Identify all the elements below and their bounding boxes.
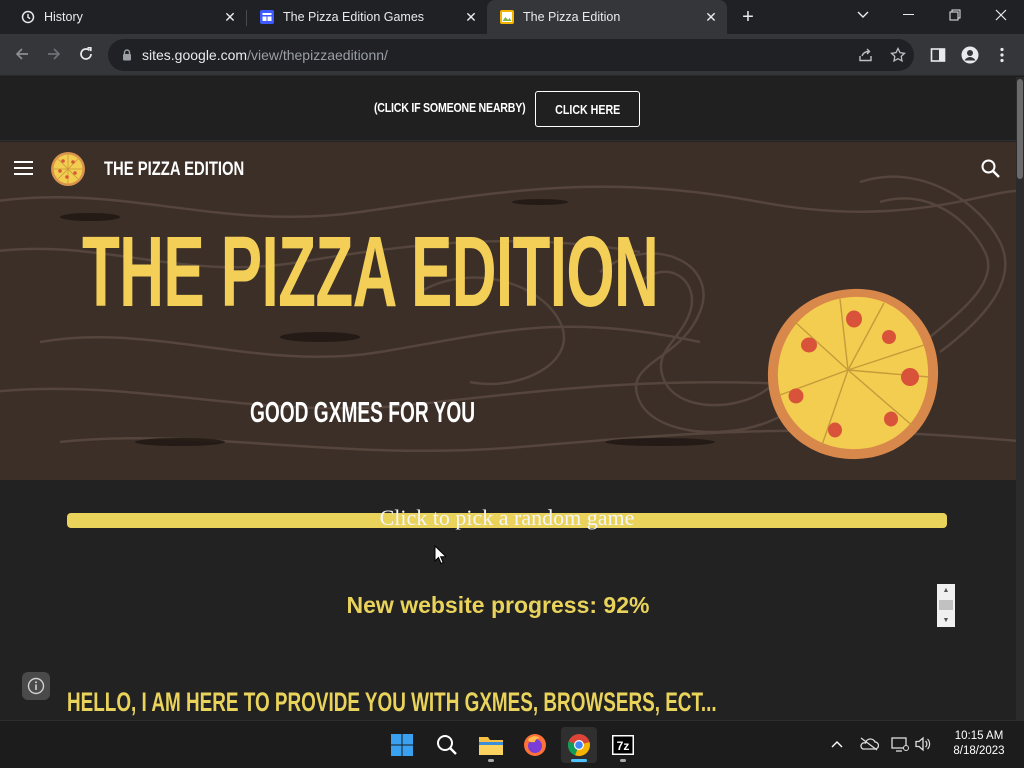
tab-search-chevron-icon[interactable] xyxy=(840,0,886,30)
close-icon[interactable]: ✕ xyxy=(461,7,481,27)
taskbar-clock[interactable]: 10:15 AM 8/18/2023 xyxy=(940,729,1018,759)
scroll-down-arrow-icon[interactable]: ▼ xyxy=(937,614,955,626)
tab-history[interactable]: History ✕ xyxy=(0,0,246,34)
svg-text:7z: 7z xyxy=(617,739,630,753)
clock-time: 10:15 AM xyxy=(954,730,1004,742)
site-favicon xyxy=(259,9,275,25)
announcement-banner: (Click if someone nearby) Click here xyxy=(0,77,1016,141)
url-host: sites.google.com xyxy=(142,47,248,63)
windows-taskbar: 7z 10:15 AM 8/18/2023 xyxy=(0,720,1024,768)
google-sites-favicon xyxy=(499,9,515,25)
site-nav-title[interactable]: The Pizza Edition xyxy=(104,159,244,181)
address-bar[interactable]: sites.google.com/view/thepizzaeditionn/ xyxy=(108,39,914,71)
hero-title: The Pizza Edition xyxy=(82,216,659,328)
forward-button[interactable] xyxy=(40,40,68,68)
hamburger-menu-icon[interactable] xyxy=(14,160,34,176)
volume-icon[interactable] xyxy=(912,733,934,755)
network-icon[interactable] xyxy=(889,733,911,755)
share-icon[interactable] xyxy=(854,43,878,67)
scroll-thumb[interactable] xyxy=(939,600,953,610)
announcement-text: (Click if someone nearby) xyxy=(374,100,526,115)
embed-scrollbar[interactable]: ▲ ▼ xyxy=(937,584,955,627)
minimize-button[interactable] xyxy=(886,0,932,30)
browser-toolbar: sites.google.com/view/thepizzaeditionn/ xyxy=(0,34,1024,76)
page-scroll-thumb[interactable] xyxy=(1017,79,1023,179)
info-icon[interactable] xyxy=(22,672,50,700)
click-here-label: Click here xyxy=(554,101,621,117)
file-explorer-icon[interactable] xyxy=(473,727,509,763)
tab-strip: History ✕ The Pizza Edition Games ✕ The … xyxy=(0,0,1024,34)
url-text: sites.google.com/view/thepizzaeditionn/ xyxy=(142,47,388,63)
profile-avatar-icon[interactable] xyxy=(958,43,982,67)
pizza-illustration xyxy=(767,288,939,460)
tab-label: The Pizza Edition xyxy=(523,10,621,24)
intro-heading: Hello, I am here to provide you with gxm… xyxy=(67,687,717,717)
firefox-icon[interactable] xyxy=(517,727,553,763)
show-hidden-icons-chevron-icon[interactable] xyxy=(826,733,848,755)
tab-pizza-edition[interactable]: The Pizza Edition ✕ xyxy=(487,0,727,34)
random-game-label[interactable]: Click to pick a random game xyxy=(0,505,1014,531)
click-here-button[interactable]: Click here xyxy=(535,91,640,127)
scroll-up-arrow-icon[interactable]: ▲ xyxy=(937,584,955,596)
tab-label: History xyxy=(44,10,83,24)
bookmark-star-icon[interactable] xyxy=(886,43,910,67)
history-icon xyxy=(20,9,36,25)
hero-banner: The Pizza Edition The Pizza Edition Good… xyxy=(0,142,1016,480)
more-menu-icon[interactable] xyxy=(990,43,1014,67)
lock-icon xyxy=(123,49,131,61)
close-icon[interactable]: ✕ xyxy=(220,7,240,27)
back-button[interactable] xyxy=(8,40,36,68)
reload-button[interactable] xyxy=(72,40,100,68)
running-indicator xyxy=(620,759,626,762)
side-panel-icon[interactable] xyxy=(926,43,950,67)
web-page: (Click if someone nearby) Click here xyxy=(0,77,1016,720)
tab-label: The Pizza Edition Games xyxy=(283,10,425,24)
site-header: The Pizza Edition xyxy=(0,142,1016,194)
new-tab-button[interactable]: + xyxy=(736,5,760,29)
hero-subtitle: Good gxmes for you xyxy=(250,397,476,429)
clock-date: 8/18/2023 xyxy=(953,745,1005,757)
windows-start-icon[interactable] xyxy=(384,727,420,763)
restore-button[interactable] xyxy=(932,0,978,30)
search-icon[interactable] xyxy=(980,158,1002,180)
active-indicator xyxy=(571,759,587,762)
page-scrollbar[interactable] xyxy=(1016,77,1024,720)
pizza-logo-icon[interactable] xyxy=(50,151,86,187)
mouse-pointer-icon xyxy=(434,545,446,565)
running-indicator xyxy=(488,759,494,762)
website-progress-text: New website progress: 92% xyxy=(346,592,650,618)
close-window-button[interactable] xyxy=(978,0,1024,30)
url-path: /view/thepizzaeditionn/ xyxy=(247,47,388,63)
7zip-icon[interactable]: 7z xyxy=(605,727,641,763)
tab-pizza-edition-games[interactable]: The Pizza Edition Games ✕ xyxy=(239,0,487,34)
chrome-icon[interactable] xyxy=(561,727,597,763)
search-icon[interactable] xyxy=(429,727,465,763)
onedrive-offline-icon[interactable] xyxy=(858,733,880,755)
close-icon[interactable]: ✕ xyxy=(701,7,721,27)
